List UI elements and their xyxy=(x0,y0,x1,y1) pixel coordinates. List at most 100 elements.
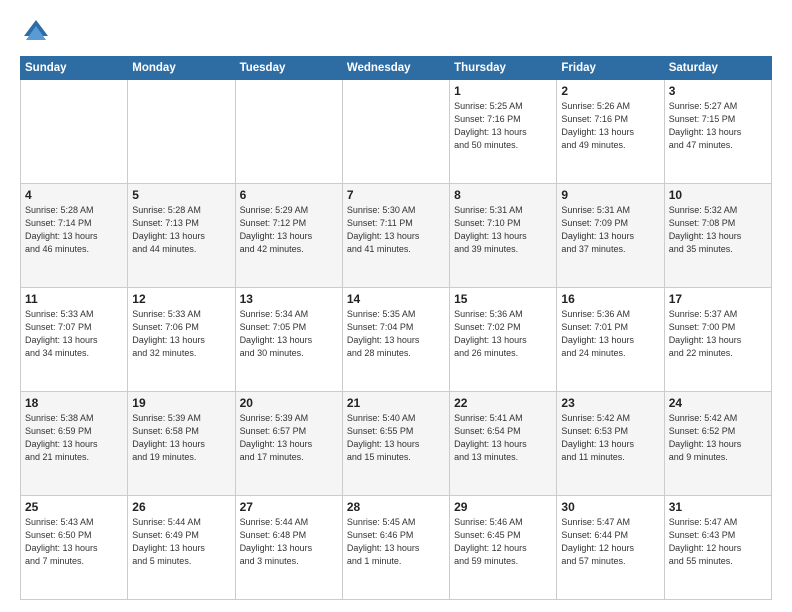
day-number: 1 xyxy=(454,84,552,98)
calendar-cell: 3Sunrise: 5:27 AM Sunset: 7:15 PM Daylig… xyxy=(664,80,771,184)
calendar-week-row: 25 Sunrise: 5:43 AM Sunset: 6:50 PM Dayli… xyxy=(21,496,772,600)
day-info: Sunrise: 5:45 AM Sunset: 6:46 PM Dayligh… xyxy=(347,516,445,568)
day-info: Sunrise: 5:30 AM Sunset: 7:11 PM Dayligh… xyxy=(347,204,445,256)
day-number: 15 xyxy=(454,292,552,306)
calendar-cell: 5 Sunrise: 5:28 AM Sunset: 7:13 PM Daylig… xyxy=(128,184,235,288)
day-info: Sunrise: 5:32 AM Sunset: 7:08 PM Dayligh… xyxy=(669,204,767,256)
day-number: 14 xyxy=(347,292,445,306)
weekday-row: SundayMondayTuesdayWednesdayThursdayFrid… xyxy=(21,57,772,80)
calendar-cell: 7 Sunrise: 5:30 AM Sunset: 7:11 PM Daylig… xyxy=(342,184,449,288)
day-number: 3 xyxy=(669,84,767,98)
weekday-header: Thursday xyxy=(450,57,557,80)
day-number: 23 xyxy=(561,396,659,410)
logo xyxy=(20,16,56,48)
day-info: Sunrise: 5:42 AM Sunset: 6:53 PM Dayligh… xyxy=(561,412,659,464)
day-number: 4 xyxy=(25,188,123,202)
calendar-cell: 24 Sunrise: 5:42 AM Sunset: 6:52 PM Dayli… xyxy=(664,392,771,496)
calendar-header: SundayMondayTuesdayWednesdayThursdayFrid… xyxy=(21,57,772,80)
day-info: Sunrise: 5:42 AM Sunset: 6:52 PM Dayligh… xyxy=(669,412,767,464)
day-info: Sunrise: 5:38 AM Sunset: 6:59 PM Dayligh… xyxy=(25,412,123,464)
calendar-cell: 30Sunrise: 5:47 AM Sunset: 6:44 PM Dayli… xyxy=(557,496,664,600)
day-number: 13 xyxy=(240,292,338,306)
calendar-cell: 19Sunrise: 5:39 AM Sunset: 6:58 PM Dayli… xyxy=(128,392,235,496)
calendar-table: SundayMondayTuesdayWednesdayThursdayFrid… xyxy=(20,56,772,600)
day-info: Sunrise: 5:33 AM Sunset: 7:07 PM Dayligh… xyxy=(25,308,123,360)
day-number: 11 xyxy=(25,292,123,306)
day-number: 16 xyxy=(561,292,659,306)
day-number: 20 xyxy=(240,396,338,410)
day-number: 24 xyxy=(669,396,767,410)
calendar-cell xyxy=(128,80,235,184)
day-info: Sunrise: 5:31 AM Sunset: 7:09 PM Dayligh… xyxy=(561,204,659,256)
calendar-cell: 6 Sunrise: 5:29 AM Sunset: 7:12 PM Daylig… xyxy=(235,184,342,288)
day-info: Sunrise: 5:28 AM Sunset: 7:14 PM Dayligh… xyxy=(25,204,123,256)
weekday-header: Friday xyxy=(557,57,664,80)
day-number: 2 xyxy=(561,84,659,98)
day-info: Sunrise: 5:43 AM Sunset: 6:50 PM Dayligh… xyxy=(25,516,123,568)
day-number: 27 xyxy=(240,500,338,514)
calendar-cell: 16 Sunrise: 5:36 AM Sunset: 7:01 PM Dayli… xyxy=(557,288,664,392)
calendar-cell: 4 Sunrise: 5:28 AM Sunset: 7:14 PM Daylig… xyxy=(21,184,128,288)
day-info: Sunrise: 5:47 AM Sunset: 6:44 PM Dayligh… xyxy=(561,516,659,568)
calendar-cell: 29Sunrise: 5:46 AM Sunset: 6:45 PM Dayli… xyxy=(450,496,557,600)
day-number: 12 xyxy=(132,292,230,306)
day-info: Sunrise: 5:44 AM Sunset: 6:49 PM Dayligh… xyxy=(132,516,230,568)
day-number: 9 xyxy=(561,188,659,202)
day-info: Sunrise: 5:47 AM Sunset: 6:43 PM Dayligh… xyxy=(669,516,767,568)
day-info: Sunrise: 5:36 AM Sunset: 7:01 PM Dayligh… xyxy=(561,308,659,360)
logo-icon xyxy=(20,16,52,48)
calendar-cell: 11 Sunrise: 5:33 AM Sunset: 7:07 PM Dayli… xyxy=(21,288,128,392)
day-info: Sunrise: 5:33 AM Sunset: 7:06 PM Dayligh… xyxy=(132,308,230,360)
day-number: 7 xyxy=(347,188,445,202)
day-info: Sunrise: 5:25 AM Sunset: 7:16 PM Dayligh… xyxy=(454,100,552,152)
day-number: 26 xyxy=(132,500,230,514)
calendar-cell: 27 Sunrise: 5:44 AM Sunset: 6:48 PM Dayli… xyxy=(235,496,342,600)
calendar-cell: 22Sunrise: 5:41 AM Sunset: 6:54 PM Dayli… xyxy=(450,392,557,496)
weekday-header: Saturday xyxy=(664,57,771,80)
day-info: Sunrise: 5:41 AM Sunset: 6:54 PM Dayligh… xyxy=(454,412,552,464)
day-number: 21 xyxy=(347,396,445,410)
calendar-cell: 9 Sunrise: 5:31 AM Sunset: 7:09 PM Daylig… xyxy=(557,184,664,288)
weekday-header: Tuesday xyxy=(235,57,342,80)
calendar-cell: 25 Sunrise: 5:43 AM Sunset: 6:50 PM Dayli… xyxy=(21,496,128,600)
calendar-cell: 18 Sunrise: 5:38 AM Sunset: 6:59 PM Dayli… xyxy=(21,392,128,496)
day-number: 6 xyxy=(240,188,338,202)
calendar-cell: 12 Sunrise: 5:33 AM Sunset: 7:06 PM Dayli… xyxy=(128,288,235,392)
day-number: 19 xyxy=(132,396,230,410)
day-info: Sunrise: 5:36 AM Sunset: 7:02 PM Dayligh… xyxy=(454,308,552,360)
calendar-cell: 1 Sunrise: 5:25 AM Sunset: 7:16 PM Daylig… xyxy=(450,80,557,184)
header xyxy=(20,16,772,48)
calendar-week-row: 11 Sunrise: 5:33 AM Sunset: 7:07 PM Dayli… xyxy=(21,288,772,392)
calendar-cell: 23 Sunrise: 5:42 AM Sunset: 6:53 PM Dayli… xyxy=(557,392,664,496)
calendar-cell: 8Sunrise: 5:31 AM Sunset: 7:10 PM Daylig… xyxy=(450,184,557,288)
day-number: 18 xyxy=(25,396,123,410)
day-info: Sunrise: 5:35 AM Sunset: 7:04 PM Dayligh… xyxy=(347,308,445,360)
calendar-cell xyxy=(342,80,449,184)
calendar-cell: 14 Sunrise: 5:35 AM Sunset: 7:04 PM Dayli… xyxy=(342,288,449,392)
day-number: 5 xyxy=(132,188,230,202)
day-number: 25 xyxy=(25,500,123,514)
calendar-cell: 13Sunrise: 5:34 AM Sunset: 7:05 PM Dayli… xyxy=(235,288,342,392)
calendar-cell: 2 Sunrise: 5:26 AM Sunset: 7:16 PM Daylig… xyxy=(557,80,664,184)
calendar-cell: 10 Sunrise: 5:32 AM Sunset: 7:08 PM Dayli… xyxy=(664,184,771,288)
calendar-cell: 26 Sunrise: 5:44 AM Sunset: 6:49 PM Dayli… xyxy=(128,496,235,600)
calendar-cell xyxy=(235,80,342,184)
calendar-cell: 21 Sunrise: 5:40 AM Sunset: 6:55 PM Dayli… xyxy=(342,392,449,496)
weekday-header: Monday xyxy=(128,57,235,80)
calendar-week-row: 4 Sunrise: 5:28 AM Sunset: 7:14 PM Daylig… xyxy=(21,184,772,288)
calendar-week-row: 1 Sunrise: 5:25 AM Sunset: 7:16 PM Daylig… xyxy=(21,80,772,184)
day-info: Sunrise: 5:29 AM Sunset: 7:12 PM Dayligh… xyxy=(240,204,338,256)
day-info: Sunrise: 5:40 AM Sunset: 6:55 PM Dayligh… xyxy=(347,412,445,464)
calendar-body: 1 Sunrise: 5:25 AM Sunset: 7:16 PM Daylig… xyxy=(21,80,772,600)
day-number: 10 xyxy=(669,188,767,202)
day-info: Sunrise: 5:39 AM Sunset: 6:57 PM Dayligh… xyxy=(240,412,338,464)
day-number: 17 xyxy=(669,292,767,306)
calendar-cell: 28Sunrise: 5:45 AM Sunset: 6:46 PM Dayli… xyxy=(342,496,449,600)
day-info: Sunrise: 5:28 AM Sunset: 7:13 PM Dayligh… xyxy=(132,204,230,256)
weekday-header: Wednesday xyxy=(342,57,449,80)
day-info: Sunrise: 5:44 AM Sunset: 6:48 PM Dayligh… xyxy=(240,516,338,568)
calendar-cell: 15 Sunrise: 5:36 AM Sunset: 7:02 PM Dayli… xyxy=(450,288,557,392)
day-number: 31 xyxy=(669,500,767,514)
day-info: Sunrise: 5:37 AM Sunset: 7:00 PM Dayligh… xyxy=(669,308,767,360)
day-info: Sunrise: 5:26 AM Sunset: 7:16 PM Dayligh… xyxy=(561,100,659,152)
